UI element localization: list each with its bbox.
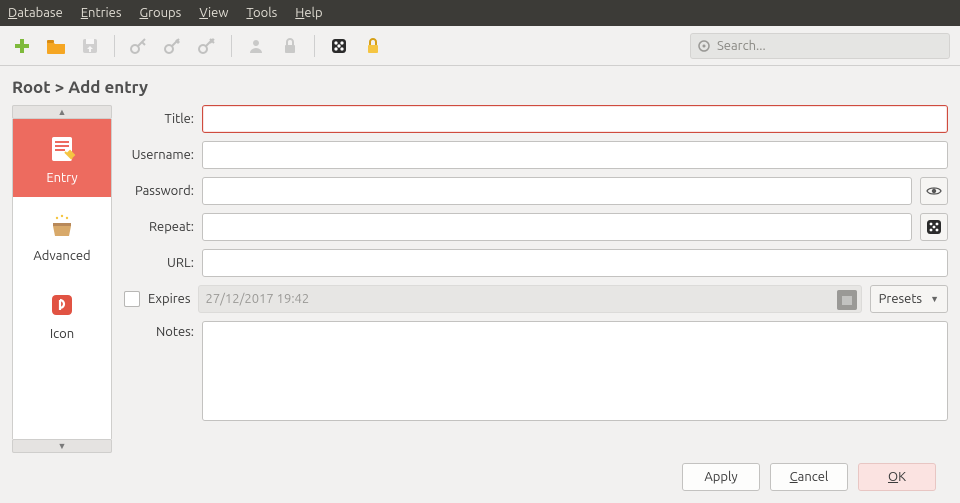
password-field[interactable] xyxy=(202,177,912,205)
scroll-up-button[interactable]: ▲ xyxy=(12,105,112,119)
notes-label: Notes: xyxy=(124,321,194,339)
breadcrumb: Root > Add entry xyxy=(12,74,948,105)
tab-advanced[interactable]: Advanced xyxy=(13,197,111,275)
advanced-tab-icon xyxy=(46,211,78,243)
tab-label: Entry xyxy=(46,171,77,185)
notes-field[interactable] xyxy=(202,321,948,421)
target-icon xyxy=(697,39,711,53)
title-field[interactable] xyxy=(202,105,948,133)
password-generator-icon[interactable] xyxy=(327,34,351,58)
side-tabs: ▲ Entry Advanced xyxy=(12,105,112,453)
toggle-password-visibility-button[interactable] xyxy=(920,177,948,205)
copy-username-icon[interactable] xyxy=(244,34,268,58)
menu-view[interactable]: View xyxy=(199,6,228,20)
menubar: Database Entries Groups View Tools Help xyxy=(0,0,960,26)
new-database-icon[interactable] xyxy=(10,34,34,58)
save-database-icon[interactable] xyxy=(78,34,102,58)
delete-entry-icon[interactable] xyxy=(195,34,219,58)
password-label: Password: xyxy=(124,184,194,198)
toolbar-separator xyxy=(314,35,315,57)
username-label: Username: xyxy=(124,148,194,162)
cancel-button[interactable]: Cancel xyxy=(770,463,848,491)
toolbar-separator xyxy=(114,35,115,57)
copy-password-icon[interactable] xyxy=(278,34,302,58)
username-field[interactable] xyxy=(202,141,948,169)
presets-dropdown[interactable]: Presets ▼ xyxy=(870,285,948,313)
content-area: Root > Add entry ▲ Entry Advanced xyxy=(0,66,960,503)
toolbar-separator xyxy=(231,35,232,57)
menu-entries[interactable]: Entries xyxy=(81,6,122,20)
apply-button[interactable]: Apply xyxy=(682,463,760,491)
expires-field: 27/12/2017 19:42 xyxy=(198,285,861,313)
add-entry-icon[interactable] xyxy=(127,34,151,58)
eye-icon xyxy=(926,183,942,199)
url-label: URL: xyxy=(124,256,194,270)
menu-groups[interactable]: Groups xyxy=(139,6,181,20)
toolbar xyxy=(0,26,960,66)
dialog-buttons: Apply Cancel OK xyxy=(12,453,948,503)
generate-password-button[interactable] xyxy=(920,213,948,241)
expires-label: Expires xyxy=(148,292,190,306)
search-box[interactable] xyxy=(690,33,950,59)
tab-icon[interactable]: Icon xyxy=(13,275,111,353)
entry-form: Title: Username: Password: Repeat: xyxy=(124,105,948,453)
title-label: Title: xyxy=(124,112,194,126)
tab-label: Advanced xyxy=(33,249,90,263)
lock-database-icon[interactable] xyxy=(361,34,385,58)
url-field[interactable] xyxy=(202,249,948,277)
ok-button[interactable]: OK xyxy=(858,463,936,491)
expires-checkbox[interactable] xyxy=(124,291,140,307)
menu-help[interactable]: Help xyxy=(295,6,322,20)
entry-tab-icon xyxy=(46,133,78,165)
chevron-down-icon: ▼ xyxy=(930,294,939,304)
search-input[interactable] xyxy=(717,39,943,53)
repeat-field[interactable] xyxy=(202,213,912,241)
icon-tab-icon xyxy=(46,289,78,321)
scroll-down-button[interactable]: ▼ xyxy=(12,439,112,453)
menu-database[interactable]: Database xyxy=(8,6,63,20)
tab-entry[interactable]: Entry xyxy=(13,119,111,197)
open-database-icon[interactable] xyxy=(44,34,68,58)
edit-entry-icon[interactable] xyxy=(161,34,185,58)
repeat-label: Repeat: xyxy=(124,220,194,234)
tab-label: Icon xyxy=(50,327,74,341)
menu-tools[interactable]: Tools xyxy=(246,6,277,20)
dice-icon xyxy=(926,219,942,235)
calendar-icon xyxy=(837,290,857,310)
